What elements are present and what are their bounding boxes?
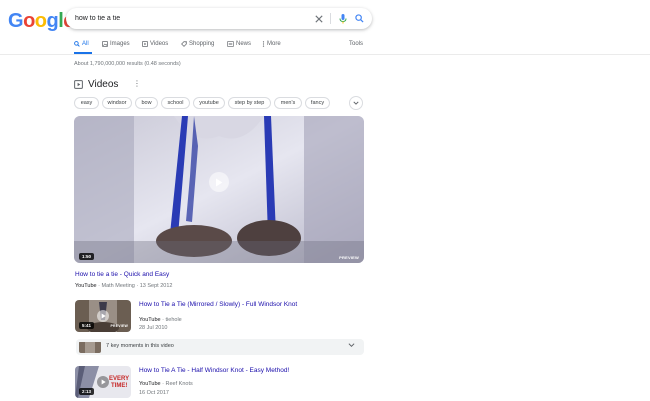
chip-label: men's [280,100,296,106]
video-date: 13 Sept 2012 [139,283,173,289]
thumb-text: TIME! [111,383,127,389]
video-title-link[interactable]: How to Tie A Tie - Half Windsor Knot - E… [139,367,289,374]
video-thumbnail[interactable]: EVERY TIME! 2:13 [75,366,131,398]
tab-label: News [236,41,252,47]
video-icon [142,41,148,47]
chips-scroll-button[interactable] [349,96,363,110]
tag-icon [181,41,187,47]
header-divider [0,54,650,55]
logo-letter: o [34,10,47,32]
key-moment-thumbnail [79,341,101,353]
chip-label: bow [141,100,152,106]
search-button[interactable] [353,12,365,25]
play-icon [216,178,223,186]
chip-label: school [167,100,184,106]
video-channel: Reef Knots [165,381,193,387]
video-duration-badge: 1:50 [79,253,95,260]
key-moments-expander[interactable]: 7 key moments in this video [76,339,364,355]
video-source: YouTube [75,283,97,289]
videos-section-title: Videos [88,79,119,90]
video-channel: Math Meeting [101,283,135,289]
video-channel: tiehole [165,317,182,323]
tab-videos[interactable]: Videos [142,41,168,47]
news-icon [227,41,234,47]
play-button[interactable] [97,376,109,388]
chip-label: step by step [234,100,265,106]
tab-label: Videos [150,41,169,47]
preview-label: PREVIEW [339,255,359,260]
chip[interactable]: fancy [305,97,330,109]
search-icon [354,14,364,23]
video-meta: YouTube · tiehole [139,317,182,323]
play-icon [101,379,106,385]
tab-news[interactable]: News [227,41,251,47]
video-title-link[interactable]: How to tie a tie - Quick and Easy [75,271,169,278]
chip[interactable]: bow [135,97,158,109]
preview-label: PREVIEW [110,324,128,328]
tab-label: All [82,41,89,47]
video-icon [74,80,83,89]
play-button[interactable] [97,310,109,322]
tab-all[interactable]: All [74,41,89,47]
chip-label: easy [80,100,93,106]
video-thumbnail[interactable]: 5:41 PREVIEW [75,300,131,332]
search-tabs: All Images Videos Shopping News More [74,41,364,53]
video-source: YouTube [139,381,161,387]
chip-label: youtube [199,100,219,106]
chevron-down-icon [348,343,355,348]
search-icon [74,41,80,47]
chip[interactable]: men's [274,97,302,109]
chip-label: fancy [310,100,325,106]
logo-letter: g [46,10,59,32]
tools-button[interactable]: Tools [349,41,363,47]
video-thumbnail-image [79,342,101,353]
featured-video-thumbnail[interactable]: 1:50 PREVIEW [74,116,364,263]
chip[interactable]: easy [74,97,99,109]
chevron-down-icon [353,101,359,105]
chip[interactable]: youtube [193,97,225,109]
chip[interactable]: step by step [228,97,271,109]
thumb-text: EVERY [109,376,129,382]
chip[interactable]: windsor [102,97,132,109]
video-meta: YouTube · Math Meeting · 13 Sept 2012 [75,283,173,289]
key-moments-label: 7 key moments in this video [106,343,174,349]
video-meta: YouTube · Reef Knots [139,381,193,387]
result-stats: About 1,790,000,000 results (0.48 second… [74,61,181,67]
tab-images[interactable]: Images [102,41,130,47]
google-logo[interactable]: Google [8,10,74,33]
close-icon [314,14,323,23]
voice-search-button[interactable] [337,12,349,25]
video-date: 28 Jul 2010 [139,325,168,331]
search-box [66,8,372,29]
videos-section-header: Videos [74,79,118,90]
video-title-link[interactable]: How to Tie a Tie (Mirrored / Slowly) - F… [139,301,297,308]
tab-more[interactable]: More [262,41,281,47]
play-button[interactable] [209,172,229,192]
logo-letter: G [8,10,24,32]
play-icon [101,313,106,319]
image-icon [102,41,108,47]
search-input[interactable] [75,11,295,26]
tab-label: Images [110,41,130,47]
chip[interactable]: school [161,97,190,109]
tab-label: Shopping [189,41,215,47]
more-options-icon[interactable]: ⋮ [133,79,141,88]
video-duration-badge: 5:41 [79,322,95,329]
clear-search-button[interactable] [313,13,324,24]
mic-icon [339,13,347,23]
more-icon [262,41,265,47]
tab-shopping[interactable]: Shopping [181,41,214,47]
tab-label: More [267,41,281,47]
video-duration-badge: 2:13 [79,388,95,395]
chip-label: windsor [107,100,127,106]
search-divider [330,13,331,24]
video-source: YouTube [139,317,161,323]
logo-letter: o [23,10,35,32]
video-date: 16 Oct 2017 [139,390,169,396]
